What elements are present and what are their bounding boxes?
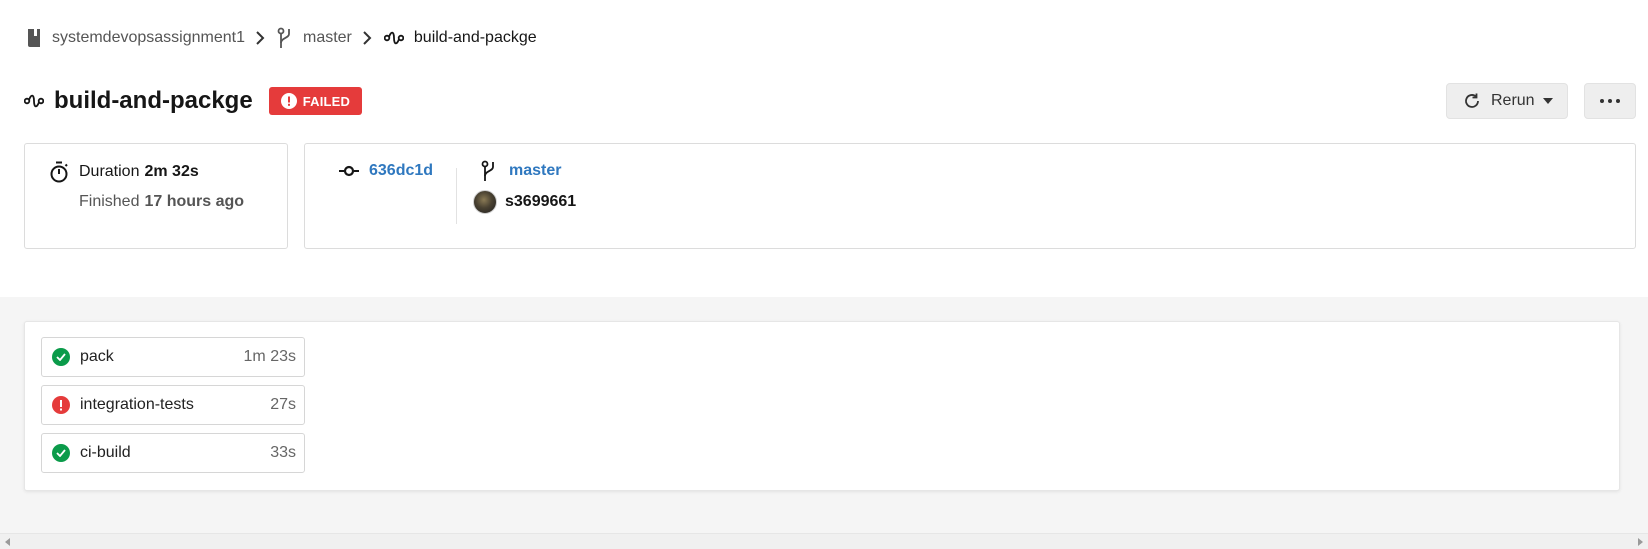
breadcrumb-branch[interactable]: master	[277, 27, 352, 49]
workflow-header: build-and-packge FAILED	[24, 86, 363, 116]
job-name: integration-tests	[80, 396, 194, 413]
branch-row: master	[481, 160, 561, 182]
repo-book-icon	[26, 28, 42, 48]
more-actions-button[interactable]	[1584, 83, 1636, 119]
duration-card: Duration 2m 32s Finished 17 hours ago	[24, 143, 288, 249]
chevron-right-icon	[362, 31, 372, 45]
duration-row: Duration 2m 32s	[49, 161, 199, 183]
meta-divider	[456, 168, 457, 224]
check-circle-icon	[52, 444, 70, 462]
status-badge-label: FAILED	[302, 93, 351, 109]
page-title: build-and-packge	[54, 87, 253, 114]
breadcrumb-project-label: systemdevopsassignment1	[52, 29, 245, 46]
avatar	[473, 190, 497, 214]
scroll-left-icon[interactable]	[5, 538, 10, 546]
user-row: s3699661	[473, 190, 576, 214]
branch-link[interactable]: master	[509, 162, 561, 180]
commit-link[interactable]: 636dc1d	[369, 162, 433, 180]
horizontal-scrollbar[interactable]	[0, 533, 1648, 549]
breadcrumb-workflow: build-and-packge	[383, 29, 537, 47]
stopwatch-icon	[49, 161, 69, 183]
breadcrumb-workflow-label: build-and-packge	[413, 29, 537, 46]
job-duration: 1m 23s	[243, 348, 296, 365]
job-duration: 27s	[270, 396, 296, 413]
git-branch-icon	[277, 27, 293, 49]
git-commit-icon	[339, 165, 359, 177]
jobs-area: pack 1m 23s integration-tests 27s ci-bui…	[0, 297, 1648, 549]
breadcrumb-project[interactable]: systemdevopsassignment1	[26, 28, 245, 48]
job-integration-tests[interactable]: integration-tests 27s	[41, 385, 305, 425]
finished-row: Finished 17 hours ago	[79, 193, 244, 211]
duration-value: 2m 32s	[144, 163, 199, 180]
caret-down-icon	[1542, 98, 1553, 104]
workflow-icon	[24, 94, 44, 108]
pipeline-meta-card: 636dc1d master s3699661	[304, 143, 1636, 249]
chevron-right-icon	[255, 31, 265, 45]
job-duration: 33s	[270, 444, 296, 461]
exclamation-circle-icon	[280, 93, 297, 109]
finished-label: Finished	[79, 193, 140, 210]
scroll-right-icon[interactable]	[1638, 538, 1643, 546]
job-name: ci-build	[80, 444, 131, 461]
job-pack[interactable]: pack 1m 23s	[41, 337, 305, 377]
workflow-icon	[383, 31, 404, 45]
rerun-label: Rerun	[1491, 92, 1535, 109]
ellipsis-icon	[1600, 99, 1620, 103]
check-circle-icon	[52, 348, 70, 366]
job-ci-build[interactable]: ci-build 33s	[41, 433, 305, 473]
git-branch-icon	[481, 160, 497, 182]
breadcrumb-branch-label: master	[302, 29, 352, 46]
status-badge: FAILED	[268, 87, 363, 115]
commit-row: 636dc1d	[339, 162, 433, 180]
user-name: s3699661	[505, 193, 577, 210]
rerun-button[interactable]: Rerun	[1446, 83, 1568, 119]
duration-label: Duration	[79, 163, 140, 180]
jobs-list: pack 1m 23s integration-tests 27s ci-bui…	[24, 321, 1620, 491]
exclamation-circle-icon	[52, 396, 70, 414]
breadcrumb: systemdevopsassignment1 master build-and…	[26, 27, 537, 49]
job-name: pack	[80, 348, 114, 365]
finished-value: 17 hours ago	[144, 193, 245, 210]
refresh-icon	[1463, 92, 1481, 110]
